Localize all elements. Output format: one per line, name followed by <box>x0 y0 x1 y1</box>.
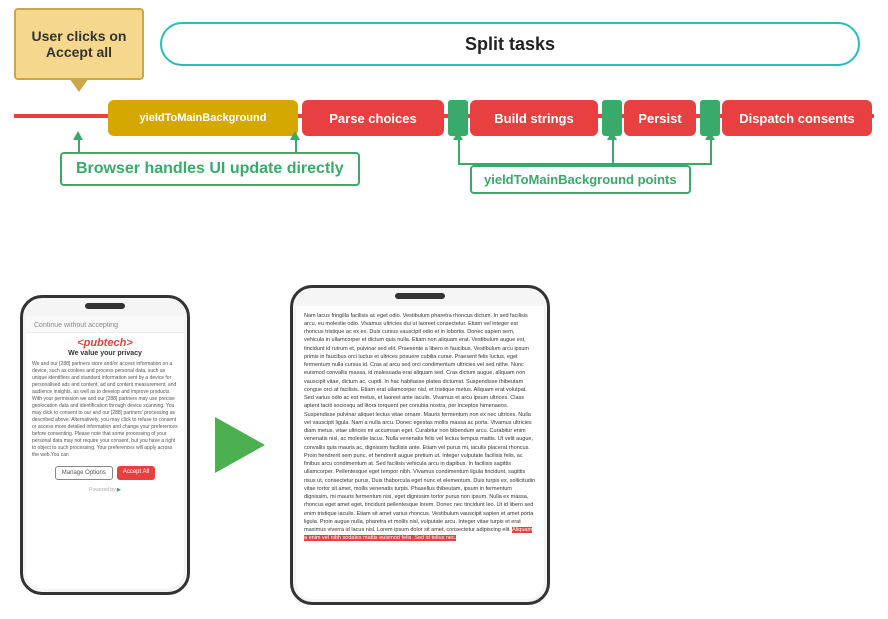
phone-2-notch <box>395 293 445 299</box>
user-clicks-box: User clicks on Accept all <box>14 8 144 80</box>
consent-body: We and our [288] partners store and/or a… <box>26 359 184 461</box>
lorem-ipsum-text: Nam lacus fringilla facilisis ac eget od… <box>304 312 536 543</box>
accept-all-button[interactable]: Accept All <box>117 466 155 480</box>
pill-dispatch-consents: Dispatch consents <box>722 100 872 136</box>
lorem-highlight: Aliquam a enim vel nibh sodales mattis e… <box>304 527 532 541</box>
phone-1: Continue without accepting <pubtech> We … <box>20 295 190 595</box>
consent-header: Continue without accepting <box>26 316 184 333</box>
arrow-build-up <box>458 140 460 163</box>
arrow-right-container <box>190 417 290 473</box>
browser-handles-box: Browser handles UI update directly <box>60 152 360 186</box>
yield-points-box: yieldToMainBackground points <box>470 165 691 194</box>
consent-subtitle: We value your privacy <box>26 350 184 359</box>
consent-brand: <pubtech> <box>26 333 184 350</box>
arrow-head-persist-up <box>607 131 617 140</box>
arrow-persist-up <box>612 140 614 163</box>
user-clicks-label: User clicks on Accept all <box>16 28 142 60</box>
phones-area: Continue without accepting <pubtech> We … <box>0 270 888 619</box>
arrow-head-dispatch-up <box>705 131 715 140</box>
arrow-dispatch-up <box>710 140 712 163</box>
arrow-head-right-up <box>290 131 300 140</box>
consent-buttons: Manage Options Accept All <box>26 461 184 485</box>
arrow-right-icon <box>215 417 265 473</box>
pill-build-strings: Build strings <box>470 100 598 136</box>
split-tasks-label: Split tasks <box>465 34 555 55</box>
diagram-area: User clicks on Accept all Split tasks Cl… <box>0 0 888 270</box>
phone-1-screen: Continue without accepting <pubtech> We … <box>26 316 184 589</box>
pill-parse-choices: Parse choices <box>302 100 444 136</box>
phone-2: Nam lacus fringilla facilisis ac eget od… <box>290 285 550 605</box>
pill-yield-main: yieldToMainBackground <box>108 100 298 136</box>
manage-options-button[interactable]: Manage Options <box>55 466 113 480</box>
arrow-head-build-up <box>453 131 463 140</box>
phone-2-screen: Nam lacus fringilla facilisis ac eget od… <box>296 306 544 599</box>
consent-footer: Powered by ▶ <box>26 485 184 495</box>
pill-persist: Persist <box>624 100 696 136</box>
arrow-head-left-up <box>73 131 83 140</box>
split-tasks-banner: Split tasks <box>160 22 860 66</box>
phone-1-notch <box>85 303 125 309</box>
arrow-right-up <box>295 140 297 152</box>
arrow-left-up <box>78 140 80 152</box>
